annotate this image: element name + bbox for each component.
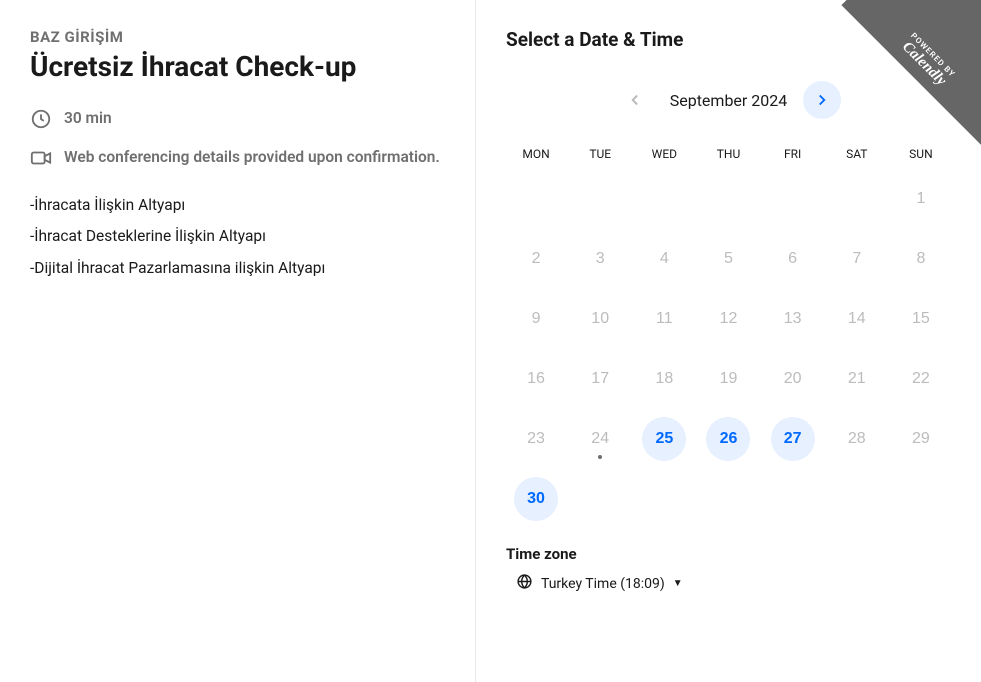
day-button: 18 bbox=[642, 357, 686, 401]
month-label: September 2024 bbox=[660, 91, 798, 110]
globe-icon bbox=[516, 573, 533, 594]
day-cell: 5 bbox=[698, 237, 758, 281]
day-button: 10 bbox=[578, 297, 622, 341]
weekday-label: TUE bbox=[570, 139, 630, 169]
calendar-panel: Select a Date & Time September 2024 MONT… bbox=[476, 0, 981, 682]
timezone-label: Time zone bbox=[506, 545, 951, 563]
day-cell: 25 bbox=[634, 417, 694, 461]
day-button[interactable]: 30 bbox=[514, 477, 558, 521]
video-icon bbox=[30, 147, 52, 169]
day-cell bbox=[827, 177, 887, 221]
day-button: 9 bbox=[514, 297, 558, 341]
day-cell: 20 bbox=[763, 357, 823, 401]
day-button: 24 bbox=[578, 417, 622, 461]
day-button: 13 bbox=[771, 297, 815, 341]
next-month-button[interactable] bbox=[803, 81, 841, 119]
day-button: 22 bbox=[899, 357, 943, 401]
timezone-selector[interactable]: Turkey Time (18:09) ▼ bbox=[506, 573, 951, 594]
day-cell: 7 bbox=[827, 237, 887, 281]
day-cell: 28 bbox=[827, 417, 887, 461]
day-button[interactable]: 26 bbox=[706, 417, 750, 461]
day-cell bbox=[698, 177, 758, 221]
day-cell: 15 bbox=[891, 297, 951, 341]
day-button: 8 bbox=[899, 237, 943, 281]
day-cell: 27 bbox=[763, 417, 823, 461]
day-cell: 1 bbox=[891, 177, 951, 221]
timezone-section: Time zone Turkey Time (18:09) ▼ bbox=[506, 545, 951, 594]
day-cell: 24 bbox=[570, 417, 630, 461]
day-cell: 14 bbox=[827, 297, 887, 341]
day-cell: 26 bbox=[698, 417, 758, 461]
day-cell: 13 bbox=[763, 297, 823, 341]
day-cell: 19 bbox=[698, 357, 758, 401]
duration-text: 30 min bbox=[64, 107, 112, 129]
day-cell: 6 bbox=[763, 237, 823, 281]
day-cell: 11 bbox=[634, 297, 694, 341]
day-button: 2 bbox=[514, 237, 558, 281]
day-button: 4 bbox=[642, 237, 686, 281]
day-button: 20 bbox=[771, 357, 815, 401]
weekday-label: SAT bbox=[827, 139, 887, 169]
day-button[interactable]: 25 bbox=[642, 417, 686, 461]
description-line: -Dijital İhracat Pazarlamasına ilişkin A… bbox=[30, 254, 445, 283]
description-line: -İhracata İlişkin Altyapı bbox=[30, 191, 445, 220]
event-description: -İhracata İlişkin Altyapı-İhracat Destek… bbox=[30, 191, 445, 283]
description-line: -İhracat Desteklerine İlişkin Altyapı bbox=[30, 222, 445, 251]
day-button: 15 bbox=[899, 297, 943, 341]
prev-month-button[interactable] bbox=[616, 81, 654, 119]
day-cell: 21 bbox=[827, 357, 887, 401]
timezone-value: Turkey Time (18:09) bbox=[541, 576, 665, 592]
day-cell: 29 bbox=[891, 417, 951, 461]
day-cell: 30 bbox=[506, 477, 566, 521]
weekday-label: WED bbox=[634, 139, 694, 169]
event-title: Ücretsiz İhracat Check-up bbox=[30, 50, 445, 83]
day-cell: 12 bbox=[698, 297, 758, 341]
event-details-panel: BAZ GİRİŞİM Ücretsiz İhracat Check-up 30… bbox=[0, 0, 476, 682]
weekday-header: MONTUEWEDTHUFRISATSUN bbox=[506, 139, 951, 169]
day-cell: 16 bbox=[506, 357, 566, 401]
day-cell: 8 bbox=[891, 237, 951, 281]
day-button: 3 bbox=[578, 237, 622, 281]
day-button: 28 bbox=[835, 417, 879, 461]
day-button: 19 bbox=[706, 357, 750, 401]
day-button: 23 bbox=[514, 417, 558, 461]
weekday-label: THU bbox=[698, 139, 758, 169]
day-button: 7 bbox=[835, 237, 879, 281]
day-cell: 22 bbox=[891, 357, 951, 401]
day-button: 6 bbox=[771, 237, 815, 281]
day-cell: 3 bbox=[570, 237, 630, 281]
caret-down-icon: ▼ bbox=[673, 578, 683, 589]
day-button: 14 bbox=[835, 297, 879, 341]
day-button: 29 bbox=[899, 417, 943, 461]
weekday-label: SUN bbox=[891, 139, 951, 169]
day-button: 17 bbox=[578, 357, 622, 401]
day-cell bbox=[634, 177, 694, 221]
day-cell: 18 bbox=[634, 357, 694, 401]
day-button[interactable]: 27 bbox=[771, 417, 815, 461]
day-button: 1 bbox=[899, 177, 943, 221]
location-text: Web conferencing details provided upon c… bbox=[64, 146, 440, 168]
day-cell bbox=[506, 177, 566, 221]
day-button: 16 bbox=[514, 357, 558, 401]
day-cell bbox=[570, 177, 630, 221]
day-button: 12 bbox=[706, 297, 750, 341]
day-button: 5 bbox=[706, 237, 750, 281]
day-button: 21 bbox=[835, 357, 879, 401]
day-cell: 9 bbox=[506, 297, 566, 341]
clock-icon bbox=[30, 108, 52, 130]
day-cell: 4 bbox=[634, 237, 694, 281]
location-row: Web conferencing details provided upon c… bbox=[30, 146, 445, 169]
day-cell: 2 bbox=[506, 237, 566, 281]
days-grid: 1234567891011121314151617181920212223242… bbox=[506, 177, 951, 521]
weekday-label: MON bbox=[506, 139, 566, 169]
day-cell: 17 bbox=[570, 357, 630, 401]
day-cell: 23 bbox=[506, 417, 566, 461]
day-button: 11 bbox=[642, 297, 686, 341]
duration-row: 30 min bbox=[30, 107, 445, 130]
weekday-label: FRI bbox=[763, 139, 823, 169]
organization-name: BAZ GİRİŞİM bbox=[30, 28, 445, 46]
day-cell bbox=[763, 177, 823, 221]
day-cell: 10 bbox=[570, 297, 630, 341]
month-navigation: September 2024 bbox=[506, 81, 951, 119]
